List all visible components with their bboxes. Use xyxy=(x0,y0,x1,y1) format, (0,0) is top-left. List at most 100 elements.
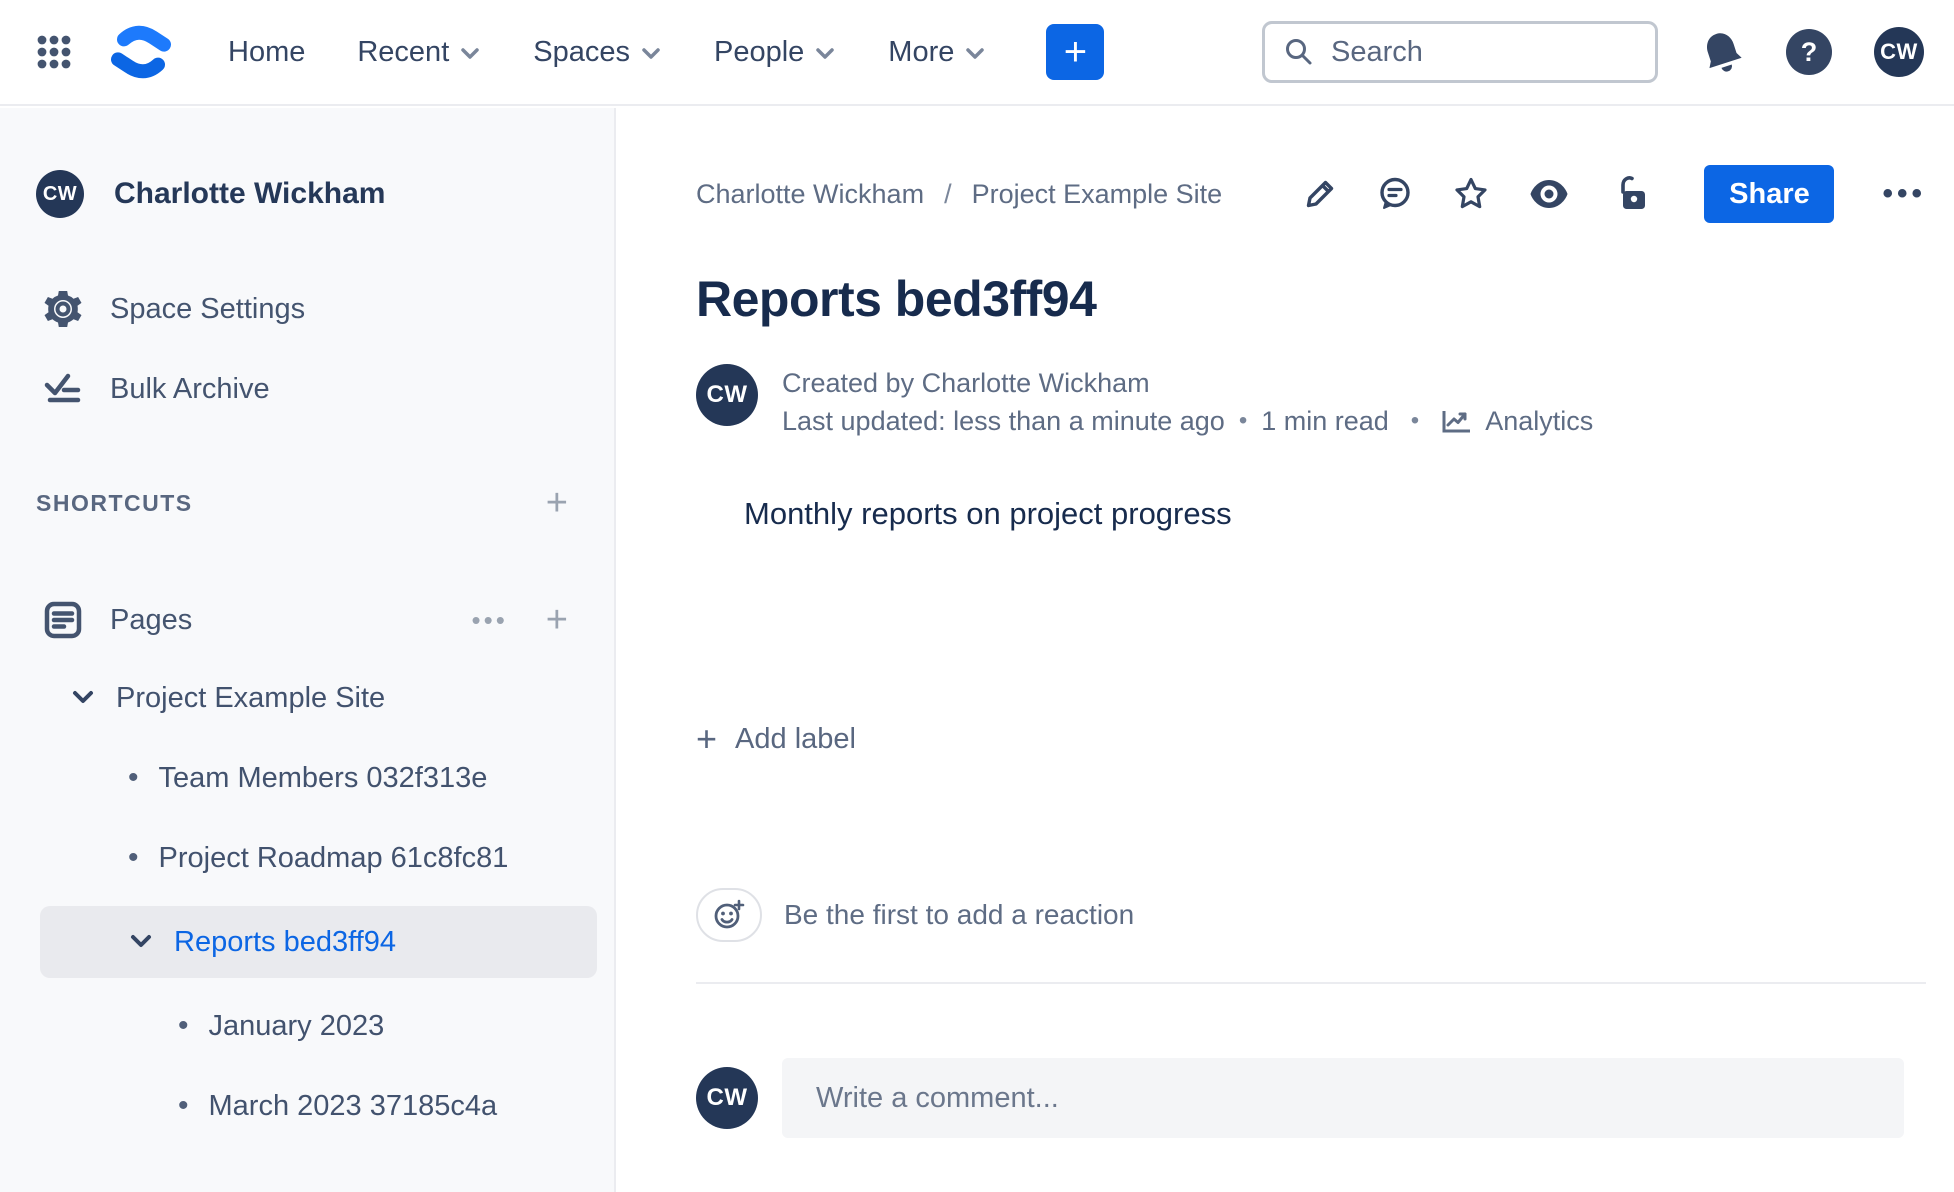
reactions-section: Be the first to add a reaction xyxy=(696,888,1926,942)
add-label-text: Add label xyxy=(735,722,856,755)
dot-separator: • xyxy=(1410,407,1420,434)
analytics-chart-icon xyxy=(1441,407,1473,435)
nav-item-label: People xyxy=(713,35,805,68)
tree-item-label: Project Example Site xyxy=(116,681,386,714)
pages-label: Pages xyxy=(110,603,193,636)
shortcuts-title: SHORTCUTS xyxy=(36,489,193,516)
space-name: Charlotte Wickham xyxy=(114,177,386,210)
add-shortcut-icon[interactable]: + xyxy=(546,484,568,522)
tree-item-label: March 2023 37185c4a xyxy=(208,1089,498,1122)
breadcrumb-separator: / xyxy=(944,178,952,209)
notifications-bell-icon[interactable] xyxy=(1694,23,1750,80)
comment-input[interactable] xyxy=(782,1058,1904,1138)
top-nav-right: ? CW xyxy=(1262,21,1924,83)
search-icon xyxy=(1283,36,1315,68)
dot-separator: • xyxy=(1238,407,1248,434)
sidebar-item-label: Bulk Archive xyxy=(110,372,270,405)
search-box[interactable] xyxy=(1262,21,1658,83)
nav-item-more[interactable]: More xyxy=(888,36,986,69)
bullet-icon: • xyxy=(178,1009,189,1042)
nav-item-label: More xyxy=(888,35,955,68)
page-more-icon[interactable]: ••• xyxy=(1882,177,1926,211)
add-page-icon[interactable]: + xyxy=(546,601,568,639)
content-header: Charlotte Wickham / Project Example Site… xyxy=(696,162,1926,226)
byline: CW Created by Charlotte Wickham Last upd… xyxy=(696,364,1926,440)
bullet-icon: • xyxy=(128,761,139,794)
page-actions: Share ••• xyxy=(1302,165,1926,223)
chevron-down-icon[interactable] xyxy=(70,689,96,707)
app-switcher-icon[interactable] xyxy=(34,32,74,72)
breadcrumb: Charlotte Wickham / Project Example Site xyxy=(696,179,1222,210)
help-glyph: ? xyxy=(1800,36,1818,67)
chevron-down-icon xyxy=(964,42,986,62)
space-sidebar: CW Charlotte Wickham Space Settings Bulk… xyxy=(0,108,616,1192)
tree-item-january-2023[interactable]: • January 2023 xyxy=(40,994,597,1058)
analytics-label: Analytics xyxy=(1485,406,1594,436)
space-profile[interactable]: CW Charlotte Wickham xyxy=(0,170,614,218)
gear-icon xyxy=(40,288,86,330)
comments-bubble-icon[interactable] xyxy=(1376,175,1414,213)
confluence-logo-icon[interactable] xyxy=(108,23,174,81)
tree-item-label: January 2023 xyxy=(208,1009,385,1042)
chevron-down-icon xyxy=(459,42,481,62)
sidebar-item-space-settings[interactable]: Space Settings xyxy=(0,284,614,334)
chevron-down-icon[interactable] xyxy=(128,933,154,951)
search-input[interactable] xyxy=(1331,35,1637,69)
sidebar-item-label: Space Settings xyxy=(110,292,306,325)
tree-item-march-2023[interactable]: • March 2023 37185c4a xyxy=(40,1074,597,1138)
pages-more-icon[interactable]: ••• xyxy=(471,605,507,636)
tree-item-project-example-site[interactable]: Project Example Site xyxy=(40,666,597,730)
nav-item-label: Spaces xyxy=(533,35,630,68)
tree-item-label: Project Roadmap 61c8fc81 xyxy=(158,841,509,874)
tree-item-reports-selected[interactable]: Reports bed3ff94 xyxy=(40,906,597,978)
user-avatar[interactable]: CW xyxy=(1874,27,1924,77)
add-reaction-button[interactable] xyxy=(696,888,762,942)
last-updated-text[interactable]: Last updated: less than a minute ago xyxy=(782,402,1225,440)
author-avatar[interactable]: CW xyxy=(696,364,758,426)
create-button[interactable]: + xyxy=(1046,24,1105,80)
tree-item-team-members[interactable]: • Team Members 032f313e xyxy=(40,746,597,810)
chevron-down-icon xyxy=(640,42,662,62)
created-by-text: Created by Charlotte Wickham xyxy=(782,368,1150,398)
tree-item-project-roadmap[interactable]: • Project Roadmap 61c8fc81 xyxy=(40,826,597,890)
share-button[interactable]: Share xyxy=(1704,165,1835,223)
smiley-plus-icon xyxy=(711,897,747,933)
edit-pencil-icon[interactable] xyxy=(1302,176,1338,212)
bulk-archive-icon xyxy=(40,368,86,410)
pages-icon xyxy=(40,599,86,641)
page-body-text: Monthly reports on project progress xyxy=(744,496,1232,531)
watch-eye-icon[interactable] xyxy=(1528,178,1570,210)
page-title: Reports bed3ff94 xyxy=(696,271,1097,327)
nav-item-label: Home xyxy=(228,35,306,68)
favorite-star-icon[interactable] xyxy=(1452,175,1490,213)
pages-section-header[interactable]: Pages ••• + xyxy=(0,592,568,648)
breadcrumb-item[interactable]: Project Example Site xyxy=(972,179,1223,210)
nav-item-spaces[interactable]: Spaces xyxy=(533,36,662,69)
comment-section: CW xyxy=(696,1058,1926,1138)
bullet-icon: • xyxy=(178,1089,189,1122)
page-content: Charlotte Wickham / Project Example Site… xyxy=(618,108,1954,1192)
plus-icon: + xyxy=(696,718,718,759)
nav-item-label: Recent xyxy=(357,35,450,68)
top-navigation-bar: Home Recent Spaces People More + ? CW xyxy=(0,0,1954,106)
page-tree: Project Example Site • Team Members 032f… xyxy=(0,666,614,1138)
nav-item-home[interactable]: Home xyxy=(228,36,305,69)
sidebar-item-bulk-archive[interactable]: Bulk Archive xyxy=(0,364,614,414)
nav-item-recent[interactable]: Recent xyxy=(357,36,481,69)
comments-divider xyxy=(696,982,1926,984)
add-label-button[interactable]: + Add label xyxy=(696,718,856,760)
commenter-avatar: CW xyxy=(696,1067,758,1129)
bullet-icon: • xyxy=(128,841,139,874)
analytics-link[interactable]: Analytics xyxy=(1441,402,1593,440)
chevron-down-icon xyxy=(814,42,836,62)
read-time-text: 1 min read xyxy=(1261,406,1389,436)
nav-item-people[interactable]: People xyxy=(714,36,836,69)
reaction-prompt-text: Be the first to add a reaction xyxy=(784,899,1135,930)
shortcuts-section-header: SHORTCUTS + xyxy=(36,484,568,522)
tree-item-label: Reports bed3ff94 xyxy=(174,925,396,958)
breadcrumb-item[interactable]: Charlotte Wickham xyxy=(696,179,924,210)
unlocked-padlock-icon[interactable] xyxy=(1614,174,1652,214)
help-button[interactable]: ? xyxy=(1786,29,1832,75)
tree-item-label: Team Members 032f313e xyxy=(158,761,488,794)
space-avatar: CW xyxy=(36,170,84,218)
